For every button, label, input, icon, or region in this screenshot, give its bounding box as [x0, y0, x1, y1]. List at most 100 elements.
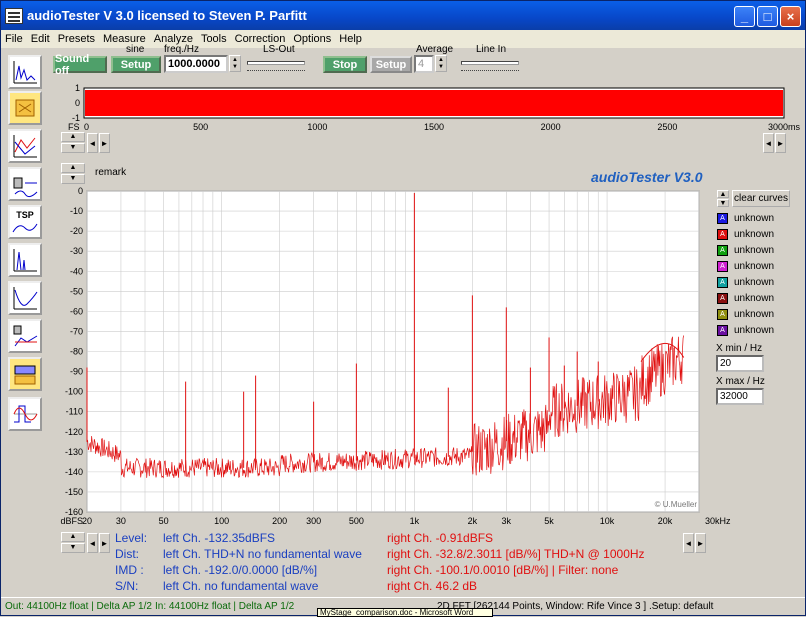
xmax-input[interactable]: 32000 [716, 388, 764, 405]
tsp-tool-button[interactable]: TSP [8, 205, 42, 239]
line-in-slider[interactable] [461, 57, 519, 71]
speaker-icon [13, 177, 38, 198]
waveform-label: sine [126, 44, 145, 55]
legend-swatch[interactable]: A [717, 260, 728, 272]
fft-x-zoom-up-button[interactable]: ▲ [61, 532, 85, 542]
legend-label: unknown [734, 260, 775, 272]
maximize-button[interactable]: □ [757, 6, 778, 27]
fft-y-tick-label: -100 [65, 387, 83, 397]
level-right-value: right Ch. -0.91dBFS [387, 531, 494, 545]
scope-x-tick-label: 500 [193, 122, 208, 132]
sn-right-value: right Ch. 46.2 dB [387, 579, 478, 593]
imd-label: IMD : [115, 563, 144, 577]
legend-item[interactable]: Aunknown [717, 227, 774, 241]
legend-down-button[interactable]: ▼ [717, 199, 729, 207]
fft-y-tick-label: -30 [70, 246, 83, 256]
analyzer-setup-button[interactable]: Setup [370, 56, 412, 73]
signal-generator-tool-button[interactable] [8, 397, 42, 431]
dist-left-value: left Ch. THD+N no fundamental wave [163, 547, 362, 561]
legend-swatch[interactable]: A [717, 244, 728, 256]
legend-item[interactable]: Aunknown [717, 307, 774, 321]
impulse-tool-button[interactable] [8, 243, 42, 277]
scope-scroll-left-right-button[interactable]: ◄ [763, 133, 774, 153]
fft-y-tick-label: -80 [70, 347, 83, 357]
legend-label: unknown [734, 308, 775, 320]
legend-item[interactable]: Aunknown [717, 211, 774, 225]
speaker-response-icon [13, 325, 38, 347]
sound-off-button[interactable]: Sound off [53, 53, 107, 77]
stop-button[interactable]: Stop [323, 56, 367, 73]
fft-x-tick-label: 300 [306, 516, 321, 526]
thd-tool-button[interactable] [8, 319, 42, 353]
fft-x-tick-label: 20 [82, 516, 92, 526]
oscilloscope-tool-button[interactable] [8, 55, 42, 89]
sweep-tool-button[interactable] [8, 91, 42, 125]
legend-up-button[interactable]: ▲ [717, 190, 729, 198]
close-button[interactable]: × [780, 6, 801, 27]
imd-left-value: left Ch. -192.0/0.0000 [dB/%] [163, 563, 318, 577]
fft-scroll-right-right-button[interactable]: ► [695, 533, 706, 553]
menu-edit[interactable]: Edit [31, 33, 50, 45]
legend-item[interactable]: Aunknown [717, 243, 774, 257]
legend-swatch[interactable]: A [717, 292, 728, 304]
fft-y-unit-label: dBFS [60, 516, 83, 526]
tool-sidebar: TSP [5, 51, 45, 441]
legend-item[interactable]: Aunknown [717, 259, 774, 273]
impedance-icon [13, 287, 38, 310]
scope-scroll-right-right-button[interactable]: ► [775, 133, 786, 153]
frequency-spinner[interactable]: ▲ ▼ [229, 55, 241, 72]
legend-swatch[interactable]: A [717, 212, 728, 224]
menu-file[interactable]: File [5, 33, 23, 45]
legend-swatch[interactable]: A [717, 324, 728, 336]
xmax-label: X max / Hz [716, 376, 765, 387]
legend-item[interactable]: Aunknown [717, 323, 774, 337]
time-domain-panel: 1 0 -1 FS 0 500 1000 1500 2000 2500 3000ms ▲ ▼ ◄ ►… [51, 80, 801, 158]
frequency-input[interactable]: 1000.0000 [164, 55, 228, 73]
average-input[interactable]: 4 [414, 55, 434, 73]
scope-scroll-left-button[interactable]: ◄ [87, 133, 98, 153]
fft-zoom-up-button[interactable]: ▲ [61, 163, 85, 173]
scope-scroll-right-button[interactable]: ► [99, 133, 110, 153]
clear-curves-button[interactable]: clear curves [732, 190, 790, 207]
average-spinner[interactable]: ▲ ▼ [435, 55, 447, 72]
fft-y-tick-label: -140 [65, 467, 83, 477]
fft-x-tick-label: 500 [349, 516, 364, 526]
scope-zoom-down-button[interactable]: ▼ [61, 143, 85, 153]
average-label: Average [416, 44, 454, 55]
fft-scroll-right-button[interactable]: ► [99, 533, 110, 553]
scope-signal-fill [85, 90, 783, 116]
scope-x-tick-label: 2500 [657, 122, 677, 132]
legend-swatch[interactable]: A [717, 228, 728, 240]
fft-x-zoom-down-button[interactable]: ▼ [61, 543, 85, 553]
legend-swatch[interactable]: A [717, 276, 728, 288]
speaker-tool-button[interactable] [8, 167, 42, 201]
fft-spectrum-chart: 0 -10 -20 -30 -40 -50 -60 -70 -80 -90 -100 -110 -120… [60, 186, 731, 526]
scope-fs-label: FS [68, 122, 80, 132]
fft-scroll-left-button[interactable]: ◄ [87, 533, 98, 553]
legend-swatch[interactable]: A [717, 308, 728, 320]
impulse-icon [13, 249, 37, 272]
legend-item[interactable]: Aunknown [717, 275, 774, 289]
calibration-tool-button[interactable] [8, 357, 42, 391]
frequency-response-tool-button[interactable] [8, 129, 42, 163]
legend-label: unknown [734, 292, 775, 304]
remark-label: remark [95, 167, 127, 178]
legend-item[interactable]: Aunknown [717, 291, 774, 305]
fft-y-tick-label: -110 [66, 407, 83, 417]
generator-setup-button[interactable]: Setup [111, 56, 161, 73]
legend-label: unknown [734, 276, 775, 288]
fft-x-tick-label: 5k [544, 516, 554, 526]
scope-zoom-up-button[interactable]: ▲ [61, 132, 85, 142]
legend-label: unknown [734, 324, 775, 336]
minimize-button[interactable]: _ [734, 6, 755, 27]
fft-y-tick-label: -50 [70, 286, 83, 296]
fft-x-unit-label: 30kHz [705, 516, 731, 526]
legend-label: unknown [734, 228, 775, 240]
line-in-label: Line In [476, 44, 507, 55]
xmin-input[interactable]: 20 [716, 355, 764, 372]
status-input: In: 44100Hz float | Delta AP 1/2 [155, 601, 295, 612]
impedance-tool-button[interactable] [8, 281, 42, 315]
ls-out-slider[interactable] [247, 57, 305, 71]
fft-scroll-left-right-button[interactable]: ◄ [683, 533, 694, 553]
ls-out-label: LS-Out [263, 44, 295, 55]
